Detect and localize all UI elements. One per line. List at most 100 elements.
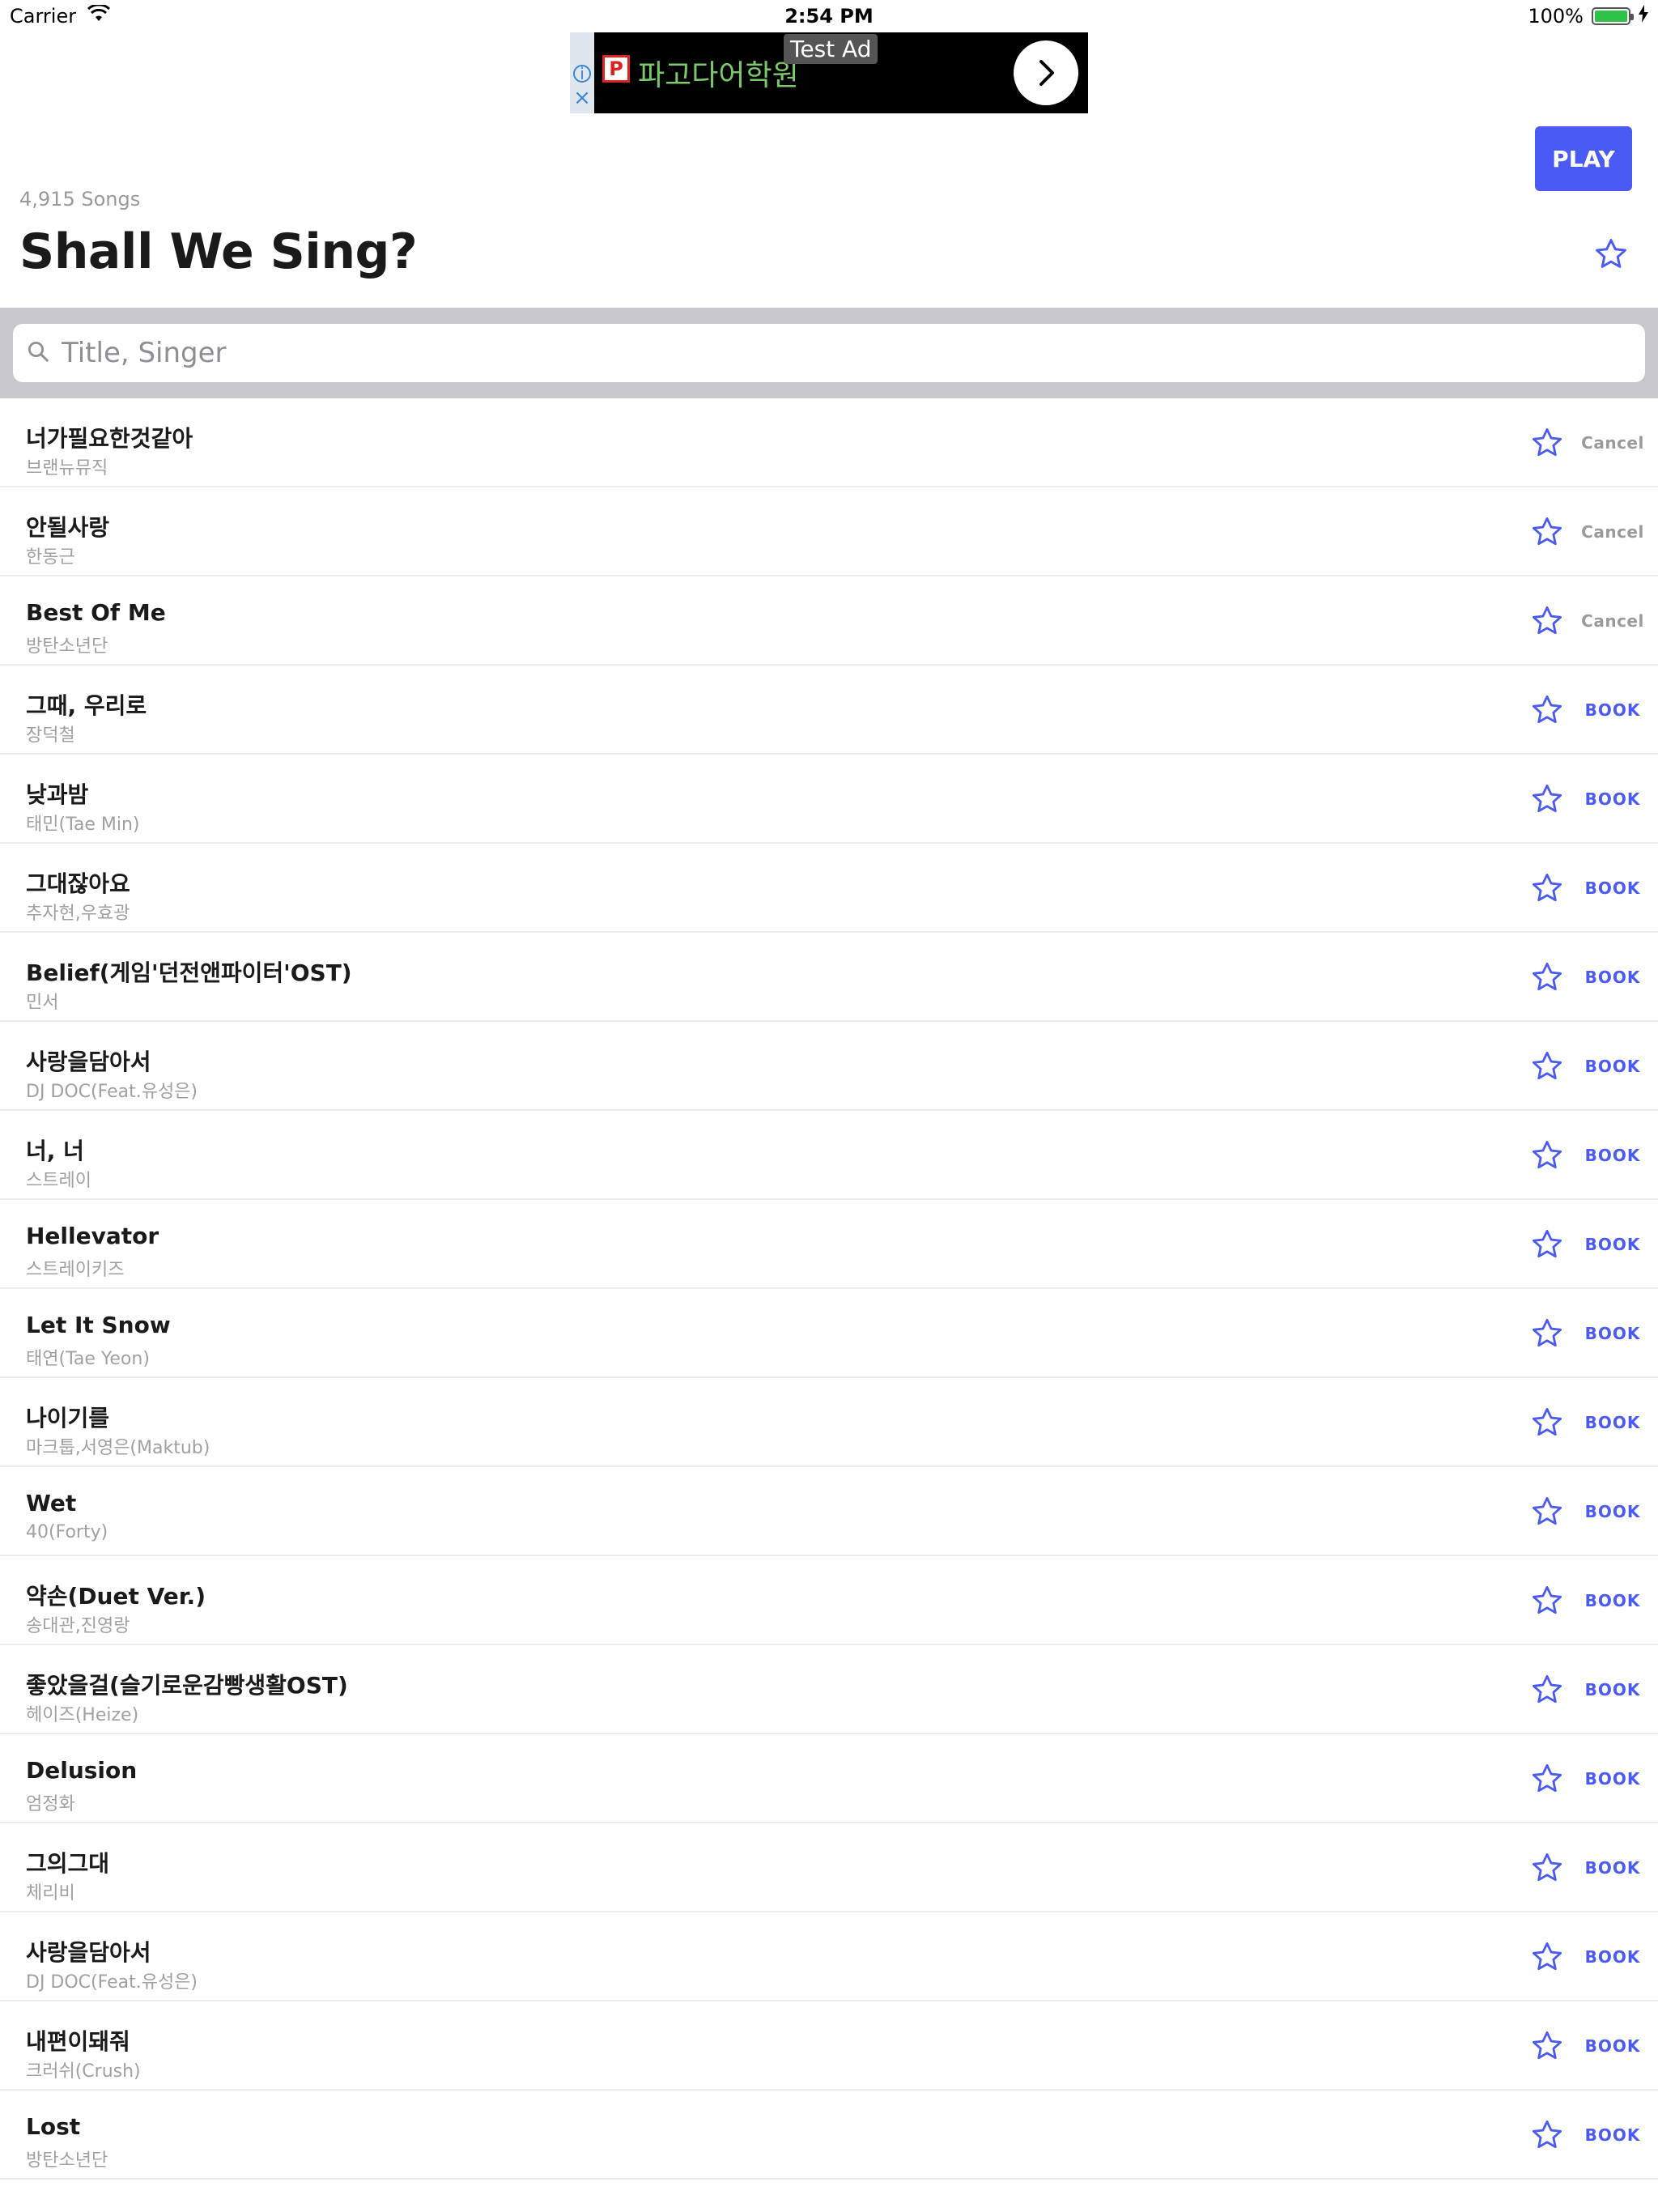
ad-logo: P: [602, 55, 630, 83]
favorite-star-icon[interactable]: [1530, 2029, 1564, 2063]
cancel-button[interactable]: Cancel: [1574, 607, 1652, 635]
song-artist: 마크툽,서영은(Maktub): [26, 1438, 210, 1458]
favorite-star-icon[interactable]: [1530, 1406, 1564, 1440]
book-button[interactable]: BOOK: [1574, 1142, 1652, 1169]
song-title: 약손(Duet Ver.): [26, 1583, 206, 1610]
song-artist: 헤이즈(Heize): [26, 1705, 139, 1725]
song-count: 4,915 Songs: [19, 188, 141, 211]
app-root: Carrier 2:54 PM 100% i × P 파고다어학원 Test A…: [0, 0, 1658, 2212]
book-button[interactable]: BOOK: [1574, 1943, 1652, 1971]
song-row[interactable]: 그대잖아요 추자현,우효광 BOOK: [0, 844, 1658, 933]
favorite-star-icon[interactable]: [1530, 782, 1564, 816]
song-title: 사랑을담아서: [26, 1049, 151, 1075]
book-button[interactable]: BOOK: [1574, 1854, 1652, 1882]
song-title: 너, 너: [26, 1138, 84, 1164]
song-title: 나이기를: [26, 1405, 110, 1431]
favorite-star-icon[interactable]: [1530, 960, 1564, 994]
song-row[interactable]: Wet 40(Forty) BOOK: [0, 1467, 1658, 1556]
song-artist: 민서: [26, 993, 59, 1013]
favorite-star-icon[interactable]: [1530, 1495, 1564, 1529]
play-button[interactable]: PLAY: [1535, 126, 1632, 191]
ad-close-icon[interactable]: ×: [573, 87, 591, 108]
song-row[interactable]: 그때, 우리로장덕철 BOOK: [0, 666, 1658, 755]
book-button[interactable]: BOOK: [1574, 1231, 1652, 1258]
song-title: 너가필요한것같아: [26, 425, 193, 452]
song-row[interactable]: 사랑을담아서 DJ DOC(Feat.유성은) BOOK: [0, 1022, 1658, 1111]
favorite-star-icon[interactable]: [1530, 1138, 1564, 1172]
book-button[interactable]: BOOK: [1574, 1320, 1652, 1347]
book-button[interactable]: BOOK: [1574, 1409, 1652, 1436]
song-row[interactable]: Belief(게임'던전앤파이터'OST) 민서 BOOK: [0, 933, 1658, 1022]
song-row[interactable]: 안될사랑 한동근 Cancel: [0, 487, 1658, 576]
song-title: 그때, 우리로: [26, 692, 147, 719]
book-button[interactable]: BOOK: [1574, 1053, 1652, 1080]
song-row[interactable]: Lost 방탄소년단 BOOK: [0, 2091, 1658, 2180]
song-artist: 스트레이: [26, 1171, 91, 1191]
book-button[interactable]: BOOK: [1574, 785, 1652, 813]
song-row[interactable]: Delusion 엄정화 BOOK: [0, 1734, 1658, 1823]
song-artist: 크러쉬(Crush): [26, 2061, 141, 2082]
battery-icon: [1592, 7, 1634, 25]
book-button[interactable]: BOOK: [1574, 1765, 1652, 1793]
ad-title[interactable]: 파고다어학원: [638, 52, 799, 94]
book-button[interactable]: BOOK: [1574, 963, 1652, 991]
song-row[interactable]: 낮과밤 태민(Tae Min) BOOK: [0, 755, 1658, 844]
search-bar: [0, 308, 1658, 398]
song-row[interactable]: 좋았을걸(슬기로운감빵생활OST) 헤이즈(Heize) BOOK: [0, 1645, 1658, 1734]
song-row[interactable]: 너가필요한것같아브랜뉴뮤직 Cancel: [0, 398, 1658, 487]
favorites-star-icon[interactable]: [1593, 236, 1629, 272]
favorite-star-icon[interactable]: [1530, 871, 1564, 905]
book-button[interactable]: BOOK: [1574, 2121, 1652, 2149]
book-button[interactable]: BOOK: [1574, 2032, 1652, 2060]
song-row[interactable]: Best Of Me 방탄소년단 Cancel: [0, 576, 1658, 666]
book-button[interactable]: BOOK: [1574, 1676, 1652, 1704]
song-row[interactable]: 그의그대 체리비 BOOK: [0, 1823, 1658, 1912]
cancel-button[interactable]: Cancel: [1574, 429, 1652, 457]
favorite-star-icon[interactable]: [1530, 1851, 1564, 1885]
song-row[interactable]: 너, 너스트레이 BOOK: [0, 1111, 1658, 1200]
favorite-star-icon[interactable]: [1530, 693, 1564, 727]
song-artist: 한동근: [26, 547, 75, 568]
cancel-button[interactable]: Cancel: [1574, 518, 1652, 546]
page-title: Shall We Sing?: [19, 223, 418, 280]
song-artist: 태연(Tae Yeon): [26, 1349, 150, 1369]
song-artist: 장덕철: [26, 725, 75, 746]
search-field[interactable]: [13, 324, 1645, 382]
book-button[interactable]: BOOK: [1574, 696, 1652, 724]
favorite-star-icon[interactable]: [1530, 1049, 1564, 1083]
favorite-star-icon[interactable]: [1530, 1762, 1564, 1796]
song-row[interactable]: 내편이돼줘 크러쉬(Crush) BOOK: [0, 2001, 1658, 2091]
book-button[interactable]: BOOK: [1574, 874, 1652, 902]
ad-banner[interactable]: i × P 파고다어학원 Test Ad: [570, 32, 1088, 113]
song-title: Best Of Me: [26, 599, 166, 626]
favorite-star-icon[interactable]: [1530, 2118, 1564, 2152]
ad-test-label: Test Ad: [784, 34, 878, 64]
favorite-star-icon[interactable]: [1530, 604, 1564, 638]
song-row[interactable]: Hellevator 스트레이키즈 BOOK: [0, 1200, 1658, 1289]
favorite-star-icon[interactable]: [1530, 1940, 1564, 1974]
book-button[interactable]: BOOK: [1574, 1498, 1652, 1525]
song-artist: 방탄소년단: [26, 2150, 108, 2171]
status-right: 100%: [1528, 5, 1648, 28]
song-row[interactable]: 약손(Duet Ver.) 송대관,진영랑 BOOK: [0, 1556, 1658, 1645]
song-row[interactable]: 나이기를마크툽,서영은(Maktub) BOOK: [0, 1378, 1658, 1467]
favorite-star-icon[interactable]: [1530, 1584, 1564, 1618]
ad-choices: i ×: [570, 32, 594, 113]
ad-arrow-button[interactable]: [1014, 40, 1078, 105]
song-title: Belief(게임'던전앤파이터'OST): [26, 959, 352, 986]
status-bar: Carrier 2:54 PM 100%: [0, 0, 1658, 32]
search-input[interactable]: [62, 337, 1645, 369]
book-button[interactable]: BOOK: [1574, 1587, 1652, 1614]
song-row[interactable]: 사랑을담아서 DJ DOC(Feat.유성은) BOOK: [0, 1912, 1658, 2001]
song-artist: 추자현,우효광: [26, 904, 130, 924]
song-artist: 체리비: [26, 1883, 75, 1904]
favorite-star-icon[interactable]: [1530, 1673, 1564, 1707]
song-artist: 브랜뉴뮤직: [26, 458, 108, 479]
favorite-star-icon[interactable]: [1530, 515, 1564, 549]
favorite-star-icon[interactable]: [1530, 426, 1564, 460]
favorite-star-icon[interactable]: [1530, 1317, 1564, 1351]
ad-info-icon[interactable]: i: [573, 65, 591, 83]
favorite-star-icon[interactable]: [1530, 1227, 1564, 1261]
song-row[interactable]: Let It Snow 태연(Tae Yeon) BOOK: [0, 1289, 1658, 1378]
song-title: 사랑을담아서: [26, 1939, 151, 1966]
